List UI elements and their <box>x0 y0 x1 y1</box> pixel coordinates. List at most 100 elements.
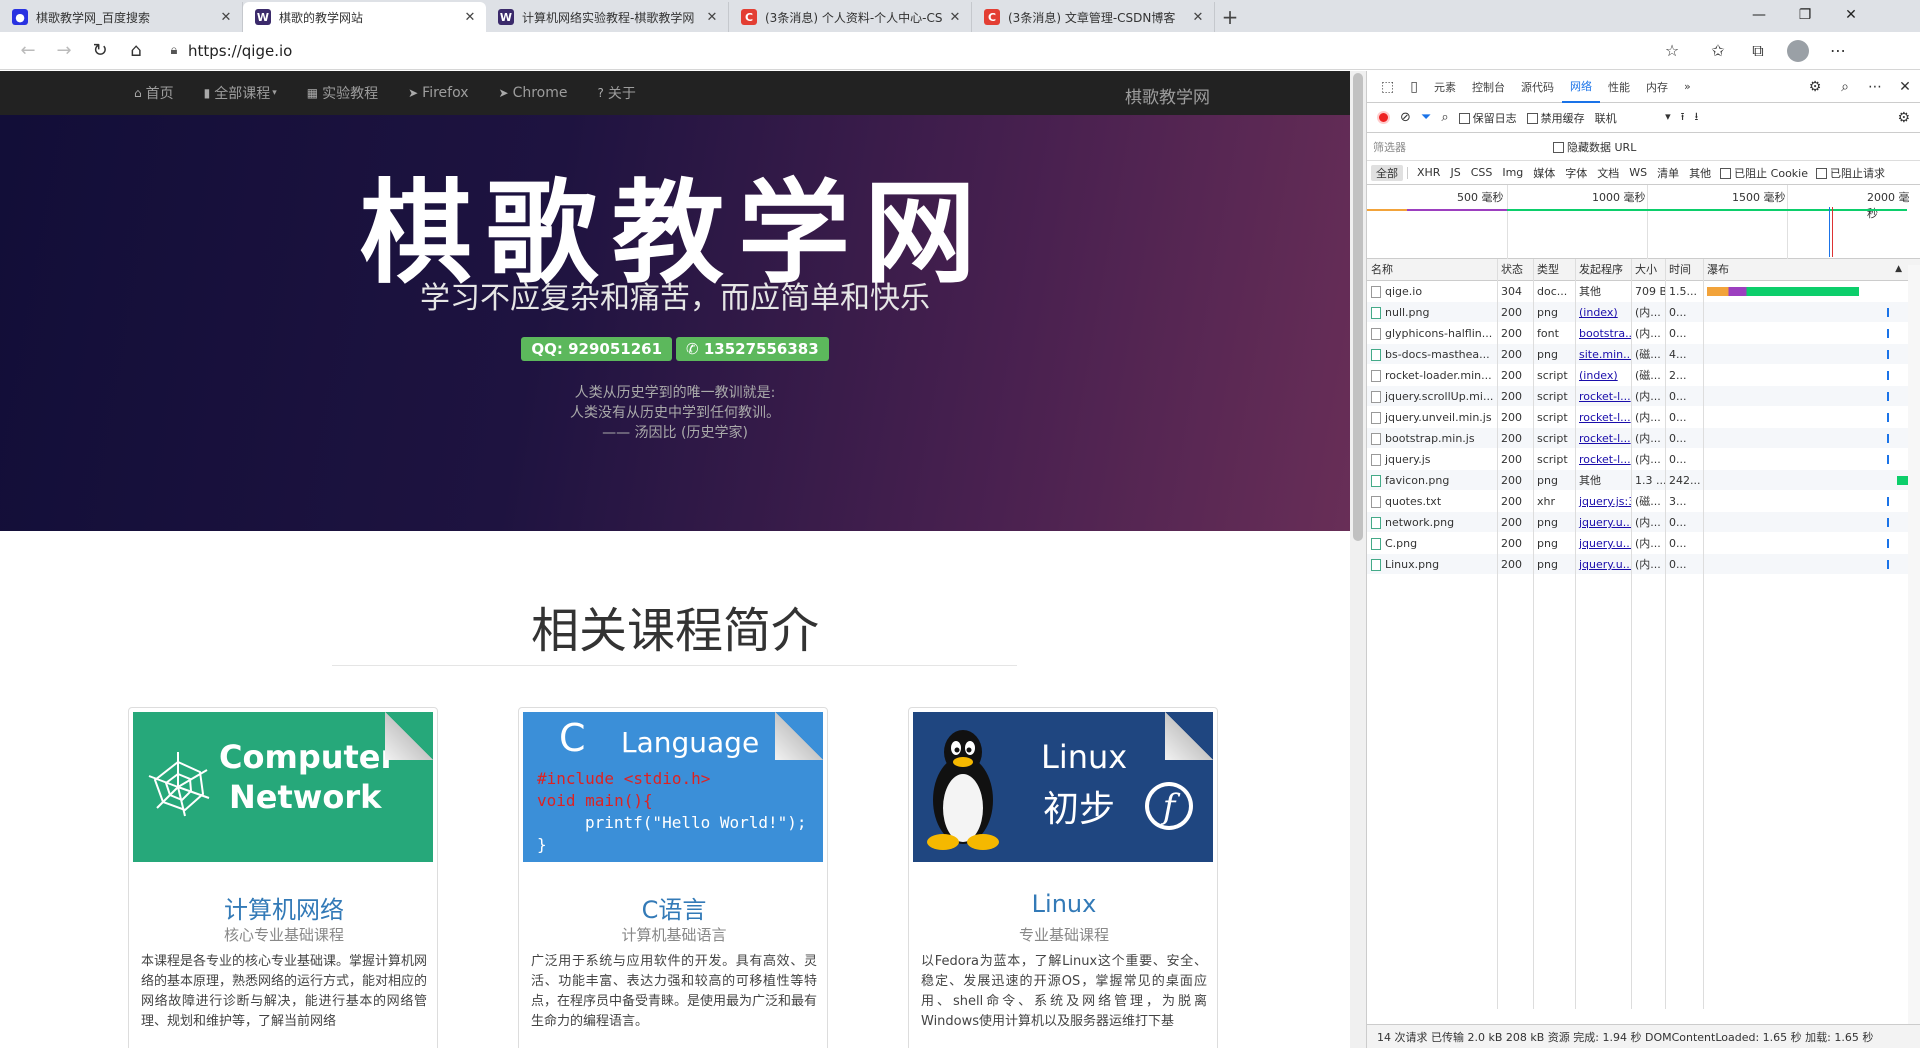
profile-avatar[interactable] <box>1778 36 1818 66</box>
col-initiator[interactable]: 发起程序 <box>1575 259 1631 281</box>
record-icon[interactable] <box>1377 111 1390 124</box>
table-scrollbar[interactable] <box>1908 265 1920 1025</box>
table-row[interactable]: glyphicons-halflin... 200 font bootstra... (… <box>1367 323 1920 344</box>
blocked-request-checkbox[interactable]: 已阻止请求 <box>1816 165 1885 181</box>
cell-initiator[interactable]: jquery.js:3 <box>1575 491 1631 512</box>
course-card-network[interactable]: Computer Network 计算机网络 核心专业基础课程 本课程是各专业的… <box>128 707 438 1048</box>
favorite-star-icon[interactable]: ☆ <box>1652 36 1692 66</box>
device-toggle-icon[interactable]: ▯ <box>1402 71 1426 103</box>
close-tab-icon[interactable]: ✕ <box>1190 10 1206 25</box>
table-row[interactable]: jquery.js 200 script rocket-l... (内... 0... <box>1367 449 1920 470</box>
collections-icon[interactable]: ⧉ <box>1738 36 1778 66</box>
close-tab-icon[interactable]: ✕ <box>218 10 234 25</box>
nav-labs[interactable]: ▦ 实验教程 <box>307 83 378 103</box>
tab-performance[interactable]: 性能 <box>1600 71 1638 103</box>
browser-tab[interactable]: W 计算机网络实验教程-棋歌教学网 ✕ <box>486 2 729 32</box>
browser-tab-active[interactable]: W 棋歌的教学网站 ✕ <box>243 2 486 32</box>
table-row[interactable]: quotes.txt 200 xhr jquery.js:3 (磁... 3... <box>1367 491 1920 512</box>
cell-initiator[interactable]: rocket-l... <box>1575 386 1631 407</box>
inspect-icon[interactable]: ⬚ <box>1373 71 1402 103</box>
table-row[interactable]: bs-docs-masthea... 200 png site.min.... (磁..… <box>1367 344 1920 365</box>
table-row[interactable]: Linux.png 200 png jquery.u... (内... 0... <box>1367 554 1920 575</box>
address-field[interactable]: 🔒︎ https://qige.io <box>160 36 1700 66</box>
clear-icon[interactable]: ⊘ <box>1400 110 1411 125</box>
blocked-cookie-checkbox[interactable]: 已阻止 Cookie <box>1720 165 1808 181</box>
sort-up-icon[interactable]: ▲ <box>1895 264 1902 274</box>
col-time[interactable]: 时间 <box>1665 259 1703 281</box>
table-row[interactable]: favicon.png 200 png 其他 1.3 ... 242... <box>1367 470 1920 491</box>
cell-initiator[interactable]: (index) <box>1575 302 1631 323</box>
minimize-icon[interactable]: — <box>1736 0 1782 30</box>
nav-firefox[interactable]: ➤ Firefox <box>408 85 468 101</box>
table-row[interactable]: bootstrap.min.js 200 script rocket-l... (内..… <box>1367 428 1920 449</box>
filter-icon[interactable]: ⏷ <box>1421 110 1431 125</box>
filter-input[interactable]: 筛选器 <box>1373 139 1543 155</box>
import-har-icon[interactable]: ⭱ <box>1681 108 1685 127</box>
tab-sources[interactable]: 源代码 <box>1513 71 1562 103</box>
browser-tab[interactable]: ● 棋歌教学网_百度搜索 ✕ <box>0 2 243 32</box>
table-row[interactable]: C.png 200 png jquery.u... (内... 0... <box>1367 533 1920 554</box>
refresh-icon[interactable]: ↻ <box>82 36 118 66</box>
table-row[interactable]: network.png 200 png jquery.u... (内... 0... <box>1367 512 1920 533</box>
export-har-icon[interactable]: ⭳ <box>1694 108 1698 127</box>
lock-icon[interactable]: 🔒︎ <box>160 43 188 58</box>
cell-initiator[interactable]: jquery.u... <box>1575 554 1631 575</box>
table-row[interactable]: rocket-loader.min... 200 script (index) (磁..… <box>1367 365 1920 386</box>
type-font[interactable]: 字体 <box>1560 165 1592 181</box>
type-ws[interactable]: WS <box>1624 166 1652 179</box>
type-manifest[interactable]: 清单 <box>1652 165 1684 181</box>
course-card-linux[interactable]: Linux 初步 f Linux 专业基础课程 以Fedora为蓝本，了解Lin… <box>908 707 1218 1048</box>
new-tab-button[interactable]: + <box>1215 2 1245 32</box>
course-card-c[interactable]: C Language #include <stdio.h> void main(… <box>518 707 828 1048</box>
tab-elements[interactable]: 元素 <box>1426 71 1464 103</box>
close-tab-icon[interactable]: ✕ <box>947 10 963 25</box>
col-status[interactable]: 状态 <box>1497 259 1533 281</box>
browser-tab[interactable]: C (3条消息) 文章管理-CSDN博客 ✕ <box>972 2 1215 32</box>
settings-gear-icon[interactable]: ⚙ <box>1800 79 1830 95</box>
preserve-log-checkbox[interactable]: 保留日志 <box>1458 110 1517 126</box>
close-window-icon[interactable]: ✕ <box>1828 0 1874 30</box>
nav-chrome[interactable]: ➤ Chrome <box>499 85 568 101</box>
table-row[interactable]: jquery.unveil.min.js 200 script rocket-l...… <box>1367 407 1920 428</box>
home-icon[interactable]: ⌂ <box>118 36 154 66</box>
card-title[interactable]: C语言 <box>519 890 829 925</box>
table-row[interactable]: jquery.scrollUp.mi... 200 script rocket-l..… <box>1367 386 1920 407</box>
table-row[interactable]: qige.io 304 doc... 其他 709 B 1.5... <box>1367 281 1920 302</box>
browser-tab[interactable]: C (3条消息) 个人资料-个人中心-CS ✕ <box>729 2 972 32</box>
page-scrollbar[interactable] <box>1350 71 1366 1048</box>
back-icon[interactable]: ← <box>10 36 46 66</box>
cell-initiator[interactable]: jquery.u... <box>1575 512 1631 533</box>
close-tab-icon[interactable]: ✕ <box>704 10 720 25</box>
nav-all-courses[interactable]: ▮ 全部课程 ▾ <box>204 83 277 103</box>
cell-initiator[interactable]: bootstra... <box>1575 323 1631 344</box>
cell-initiator[interactable]: (index) <box>1575 365 1631 386</box>
type-other[interactable]: 其他 <box>1684 165 1716 181</box>
more-tabs-icon[interactable]: » <box>1676 71 1699 103</box>
throttle-select[interactable]: 联机 ▾ <box>1595 110 1671 126</box>
site-brand[interactable]: 棋歌教学网 <box>1125 83 1210 108</box>
type-css[interactable]: CSS <box>1466 166 1498 179</box>
cell-initiator[interactable]: rocket-l... <box>1575 428 1631 449</box>
type-doc[interactable]: 文档 <box>1592 165 1624 181</box>
col-type[interactable]: 类型 <box>1533 259 1575 281</box>
tab-memory[interactable]: 内存 <box>1638 71 1676 103</box>
disable-cache-checkbox[interactable]: 禁用缓存 <box>1526 110 1585 126</box>
more-menu-icon[interactable]: ⋯ <box>1818 36 1858 66</box>
forward-icon[interactable]: → <box>46 36 82 66</box>
col-size[interactable]: 大小 <box>1631 259 1665 281</box>
type-img[interactable]: Img <box>1497 166 1528 179</box>
close-tab-icon[interactable]: ✕ <box>462 10 478 25</box>
feedback-icon[interactable]: ⌕ <box>1830 79 1860 95</box>
network-overview[interactable]: 500 毫秒 1000 毫秒 1500 毫秒 2000 毫秒 <box>1367 185 1920 259</box>
tab-network[interactable]: 网络 <box>1561 71 1600 103</box>
restore-icon[interactable]: ❐ <box>1782 0 1828 30</box>
scrollbar-thumb[interactable] <box>1353 73 1363 541</box>
favorites-icon[interactable]: ✩ <box>1698 36 1738 66</box>
tab-console[interactable]: 控制台 <box>1464 71 1513 103</box>
cell-initiator[interactable]: rocket-l... <box>1575 407 1631 428</box>
type-media[interactable]: 媒体 <box>1528 165 1560 181</box>
cell-initiator[interactable]: rocket-l... <box>1575 449 1631 470</box>
close-devtools-icon[interactable]: ✕ <box>1890 79 1920 95</box>
card-title[interactable]: 计算机网络 <box>129 890 439 925</box>
table-row[interactable]: null.png 200 png (index) (内... 0... <box>1367 302 1920 323</box>
